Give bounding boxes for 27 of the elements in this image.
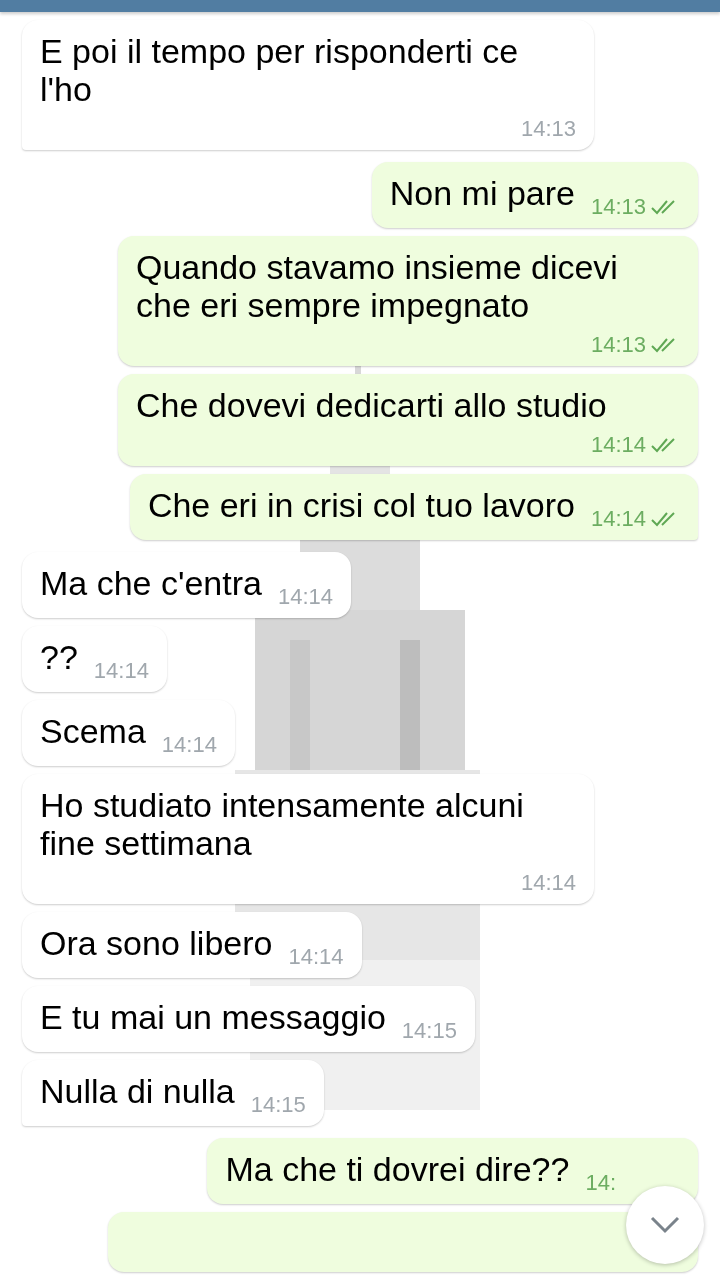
message-text: ??	[40, 638, 78, 676]
message-text: E tu mai un messaggio	[40, 998, 386, 1036]
message-text: E poi il tempo per risponderti ce l'ho	[40, 32, 520, 108]
message-text: Ora sono libero	[40, 924, 273, 962]
message-time: 14:13	[590, 332, 646, 358]
message-time: 14:14	[288, 944, 344, 970]
message-time: 14:13	[520, 116, 576, 142]
message-text: Quando stavamo insieme dicevi che eri sempre impegnato	[136, 248, 619, 324]
message-text: Non mi pare	[389, 174, 575, 212]
message-text: Ma che c'entra	[40, 564, 262, 602]
message-time: 14:15	[401, 1018, 457, 1044]
message-text: Che eri in crisi col tuo lavoro	[147, 486, 575, 524]
message-time: 14:14	[277, 584, 333, 610]
message-time: 14:14	[93, 658, 149, 684]
message-time: 14:14	[161, 732, 217, 758]
message-time: 14:13	[590, 194, 646, 220]
message-text: Scema	[40, 712, 146, 750]
message-text: Che dovevi dedicarti allo studio	[136, 386, 607, 424]
message-time: 14:	[585, 1170, 616, 1196]
message-text: Ho studiato intensamente alcuni fine settimana	[40, 786, 525, 862]
message-time: 14:14	[590, 506, 646, 532]
message-time: 14:14	[590, 432, 646, 458]
message-text: Nulla di nulla	[40, 1072, 235, 1110]
message-time: 14:15	[250, 1092, 306, 1118]
chevron-down-icon	[650, 1216, 680, 1234]
message-time: 14:14	[520, 870, 576, 896]
message-text: Ma che ti dovrei dire??	[225, 1150, 570, 1188]
